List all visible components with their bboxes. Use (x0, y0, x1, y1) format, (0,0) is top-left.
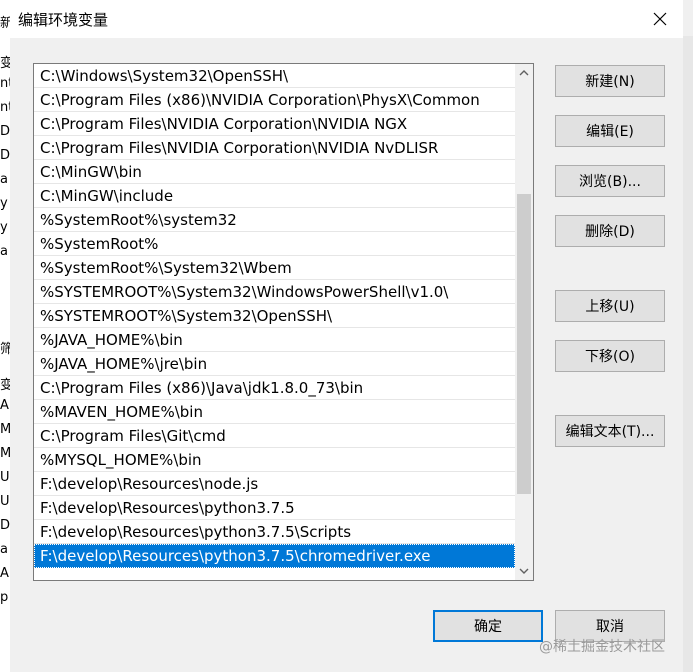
path-row[interactable]: F:\develop\Resources\node.js (34, 472, 515, 496)
move-up-button[interactable]: 上移(U) (555, 290, 665, 322)
path-row[interactable]: %JAVA_HOME%\bin (34, 328, 515, 352)
path-rows: C:\Windows\System32\OpenSSH\ C:\Program F… (34, 64, 515, 568)
path-row[interactable]: C:\Program Files\NVIDIA Corporation\NVID… (34, 112, 515, 136)
edit-button[interactable]: 编辑(E) (555, 115, 665, 147)
path-row[interactable]: %MAVEN_HOME%\bin (34, 400, 515, 424)
chevron-up-icon (519, 70, 529, 76)
path-row[interactable]: F:\develop\Resources\python3.7.5\chromed… (34, 544, 515, 568)
ok-button[interactable]: 确定 (433, 610, 543, 642)
bg-text: A (0, 398, 9, 413)
path-row[interactable]: C:\Program Files (x86)\Java\jdk1.8.0_73\… (34, 376, 515, 400)
new-button[interactable]: 新建(N) (555, 65, 665, 97)
edit-text-button[interactable]: 编辑文本(T)... (555, 415, 665, 447)
scroll-down-button[interactable] (515, 562, 533, 580)
dialog-title: 编辑环境变量 (18, 11, 109, 29)
move-down-button[interactable]: 下移(O) (555, 340, 665, 372)
path-row[interactable]: %MYSQL_HOME%\bin (34, 448, 515, 472)
bg-text: A (0, 566, 9, 581)
path-row[interactable]: %SYSTEMROOT%\System32\WindowsPowerShell\… (34, 280, 515, 304)
title-bar: 编辑环境变量 (10, 0, 683, 38)
bg-text: a (0, 542, 8, 557)
path-row[interactable]: C:\Program Files\Git\cmd (34, 424, 515, 448)
path-row[interactable]: C:\MinGW\bin (34, 160, 515, 184)
edit-env-var-dialog: 编辑环境变量 C:\Windows\System32\OpenSSH\ C:\Pr… (10, 0, 683, 672)
vertical-scrollbar[interactable] (515, 64, 533, 580)
path-row[interactable]: %SystemRoot%\system32 (34, 208, 515, 232)
path-list[interactable]: C:\Windows\System32\OpenSSH\ C:\Program F… (33, 63, 534, 581)
chevron-down-icon (519, 568, 529, 574)
path-row[interactable]: %SYSTEMROOT%\System32\OpenSSH\ (34, 304, 515, 328)
scroll-up-button[interactable] (515, 64, 533, 82)
close-icon (653, 12, 667, 26)
watermark: @稀土掘金技术社区 (539, 639, 665, 655)
path-row[interactable]: F:\develop\Resources\python3.7.5\Scripts (34, 520, 515, 544)
close-button[interactable] (637, 0, 683, 38)
bg-text: y (0, 220, 8, 235)
browse-button[interactable]: 浏览(B)... (555, 165, 665, 197)
path-row[interactable]: C:\Program Files\NVIDIA Corporation\NVID… (34, 136, 515, 160)
bg-text: a (0, 244, 8, 259)
path-row[interactable]: %SystemRoot% (34, 232, 515, 256)
path-row[interactable]: C:\MinGW\include (34, 184, 515, 208)
background-window-right (682, 36, 693, 672)
bg-text: U (0, 470, 10, 485)
bg-text: p (0, 590, 9, 605)
path-row[interactable]: %SystemRoot%\System32\Wbem (34, 256, 515, 280)
delete-button[interactable]: 删除(D) (555, 215, 665, 247)
path-row[interactable]: F:\develop\Resources\python3.7.5 (34, 496, 515, 520)
bg-text: U (0, 494, 10, 509)
path-row[interactable]: C:\Program Files (x86)\NVIDIA Corporatio… (34, 88, 515, 112)
path-row[interactable]: C:\Windows\System32\OpenSSH\ (34, 64, 515, 88)
path-row[interactable]: %JAVA_HOME%\jre\bin (34, 352, 515, 376)
bg-text: y (0, 196, 8, 211)
bg-text: a (0, 172, 8, 187)
scroll-thumb[interactable] (517, 193, 531, 494)
